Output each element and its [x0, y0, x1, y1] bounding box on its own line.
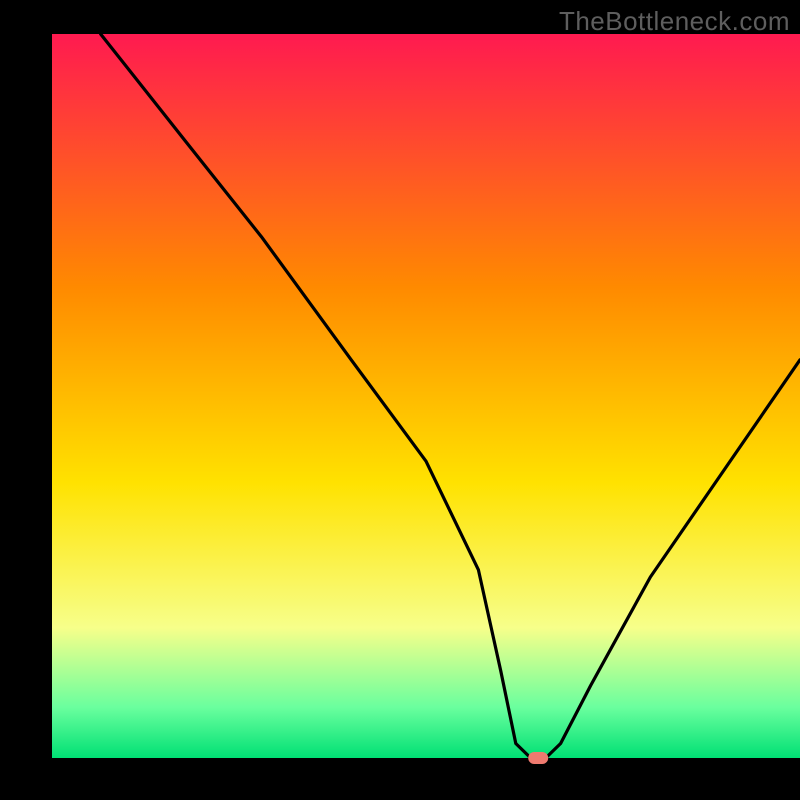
bottleneck-chart	[0, 0, 800, 800]
optimum-marker	[528, 752, 548, 764]
chart-frame: TheBottleneck.com	[0, 0, 800, 800]
gradient-background	[52, 34, 800, 758]
